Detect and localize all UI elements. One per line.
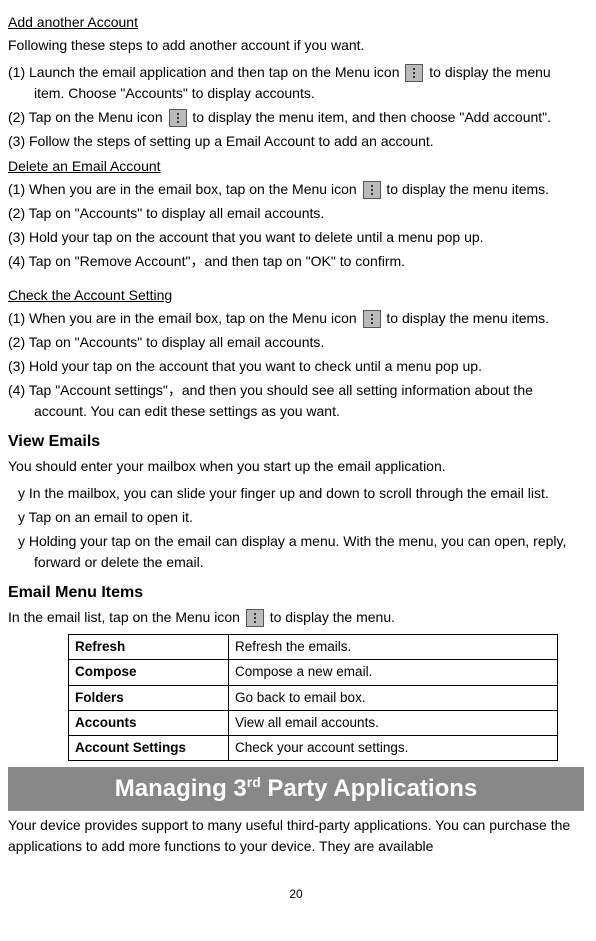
table-row: Accounts View all email accounts. <box>69 710 558 735</box>
menu-name-cell: Refresh <box>69 635 229 660</box>
heading-view-emails: View Emails <box>8 430 584 454</box>
step-item: (3) Hold your tap on the account that yo… <box>8 227 584 248</box>
menu-name-cell: Folders <box>69 685 229 710</box>
step-item: (2) Tap on "Accounts" to display all ema… <box>8 203 584 224</box>
chapter-banner: Managing 3rd Party Applications <box>8 767 584 811</box>
step-text: to display the menu items. <box>383 310 550 326</box>
intro-text-part: In the email list, tap on the Menu icon <box>8 609 244 625</box>
menu-name-cell: Compose <box>69 660 229 685</box>
bullet-item: y In the mailbox, you can slide your fin… <box>18 483 584 504</box>
step-item: (3) Follow the steps of setting up a Ema… <box>8 131 584 152</box>
menu-desc-cell: Compose a new email. <box>229 660 558 685</box>
table-row: Compose Compose a new email. <box>69 660 558 685</box>
section-title-check-setting: Check the Account Setting <box>8 285 584 306</box>
heading-email-menu: Email Menu Items <box>8 581 584 605</box>
menu-desc-cell: Check your account settings. <box>229 736 558 761</box>
menu-desc-cell: View all email accounts. <box>229 710 558 735</box>
menu-items-table: Refresh Refresh the emails. Compose Comp… <box>68 634 558 761</box>
table-row: Refresh Refresh the emails. <box>69 635 558 660</box>
menu-icon <box>363 310 381 328</box>
menu-icon <box>169 109 187 127</box>
step-text: (2) Tap on the Menu icon <box>8 109 167 125</box>
step-item: (4) Tap "Account settings"，and then you … <box>8 380 584 422</box>
step-text: to display the menu item, and then choos… <box>189 109 552 125</box>
step-text: (1) When you are in the email box, tap o… <box>8 181 361 197</box>
step-text: (1) When you are in the email box, tap o… <box>8 310 361 326</box>
body-text: Your device provides support to many use… <box>8 815 584 857</box>
step-item: (1) When you are in the email box, tap o… <box>8 179 584 200</box>
section-title-delete-account: Delete an Email Account <box>8 156 584 177</box>
intro-text: In the email list, tap on the Menu icon … <box>8 607 584 628</box>
banner-sup: rd <box>247 774 261 790</box>
menu-icon <box>246 609 264 627</box>
bullet-item: y Holding your tap on the email can disp… <box>18 531 584 573</box>
menu-name-cell: Accounts <box>69 710 229 735</box>
banner-text-part: Party Applications <box>261 775 478 802</box>
intro-text-part: to display the menu. <box>266 609 395 625</box>
step-text: to display the menu items. <box>383 181 550 197</box>
bullet-item: y Tap on an email to open it. <box>18 507 584 528</box>
bullet-text: Holding your tap on the email can displa… <box>29 533 567 570</box>
step-item: (3) Hold your tap on the account that yo… <box>8 356 584 377</box>
bullet-char: y <box>18 533 29 549</box>
bullet-text: Tap on an email to open it. <box>29 509 193 525</box>
step-item: (1) Launch the email application and the… <box>8 62 584 104</box>
menu-name-cell: Account Settings <box>69 736 229 761</box>
step-item: (1) When you are in the email box, tap o… <box>8 308 584 329</box>
banner-text-part: Managing 3 <box>115 775 247 802</box>
bullet-text: In the mailbox, you can slide your finge… <box>29 485 549 501</box>
intro-text: Following these steps to add another acc… <box>8 35 584 56</box>
section-title-add-account: Add another Account <box>8 12 584 33</box>
step-item: (2) Tap on the Menu icon to display the … <box>8 107 584 128</box>
table-row: Folders Go back to email box. <box>69 685 558 710</box>
table-row: Account Settings Check your account sett… <box>69 736 558 761</box>
menu-icon <box>363 181 381 199</box>
bullet-char: y <box>18 485 29 501</box>
menu-desc-cell: Refresh the emails. <box>229 635 558 660</box>
page-number: 20 <box>8 885 584 903</box>
bullet-char: y <box>18 509 29 525</box>
intro-text: You should enter your mailbox when you s… <box>8 456 584 477</box>
step-item: (2) Tap on "Accounts" to display all ema… <box>8 332 584 353</box>
step-item: (4) Tap on "Remove Account"，and then tap… <box>8 251 584 272</box>
step-text: (1) Launch the email application and the… <box>8 64 403 80</box>
menu-desc-cell: Go back to email box. <box>229 685 558 710</box>
menu-icon <box>405 64 423 82</box>
